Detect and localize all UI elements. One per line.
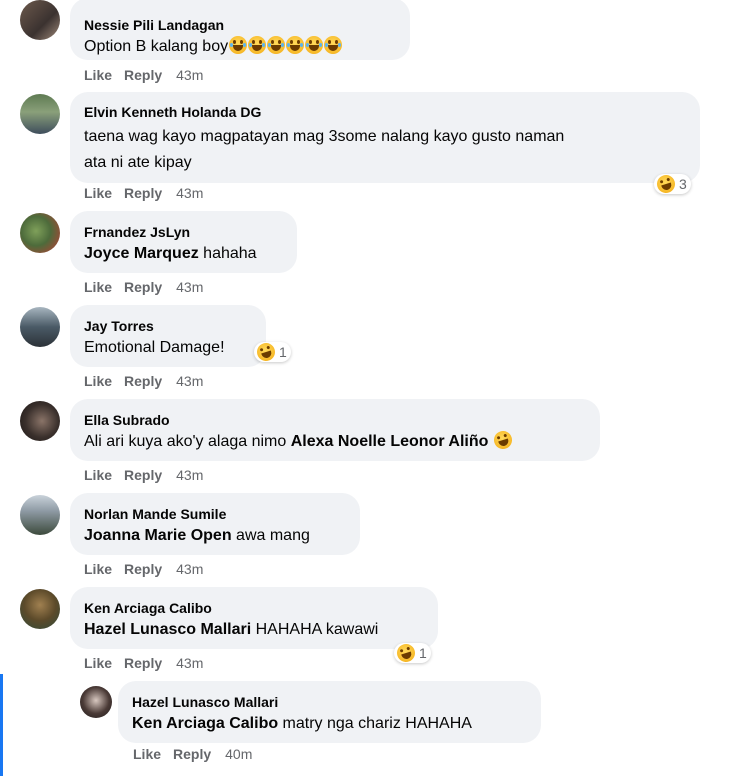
- avatar[interactable]: [20, 213, 60, 253]
- reply-button[interactable]: Reply: [124, 67, 162, 83]
- thread-indicator: [0, 674, 3, 776]
- comment-author[interactable]: Jay Torres: [84, 317, 254, 335]
- comment-author[interactable]: Ella Subrado: [84, 411, 588, 429]
- comment-text: Hazel Lunasco Mallari HAHAHA kawawi: [84, 621, 379, 638]
- mention-link[interactable]: Hazel Lunasco Mallari: [84, 621, 251, 638]
- emoji-crying-laughing-icon: [228, 36, 343, 55]
- comment-bubble: Jay Torres Emotional Damage!: [70, 305, 266, 367]
- comment-bubble: Elvin Kenneth Holanda DG taena wag kayo …: [70, 92, 700, 183]
- comment-actions: Like Reply 40m: [133, 746, 252, 762]
- like-button[interactable]: Like: [133, 746, 161, 762]
- comment-text: Emotional Damage!: [84, 339, 225, 356]
- avatar[interactable]: [20, 0, 60, 40]
- comment-author[interactable]: Frnandez JsLyn: [84, 223, 285, 241]
- comment-bubble: Norlan Mande Sumile Joanna Marie Open aw…: [70, 493, 360, 555]
- reaction-count[interactable]: 3: [654, 172, 691, 196]
- like-button[interactable]: Like: [84, 373, 112, 389]
- comment-bubble: Ken Arciaga Calibo Hazel Lunasco Mallari…: [70, 587, 438, 649]
- timestamp[interactable]: 43m: [176, 655, 203, 671]
- timestamp[interactable]: 43m: [176, 373, 203, 389]
- avatar[interactable]: [20, 307, 60, 347]
- reaction-count[interactable]: 1: [394, 641, 431, 665]
- comment-bubble: Hazel Lunasco Mallari Ken Arciaga Calibo…: [118, 681, 541, 743]
- avatar[interactable]: [20, 495, 60, 535]
- mention-link[interactable]: Joyce Marquez: [84, 245, 199, 262]
- like-button[interactable]: Like: [84, 467, 112, 483]
- comment-bubble: Nessie Pili Landagan Option B kalang boy: [70, 0, 410, 60]
- comment-actions: Like Reply 43m: [84, 373, 203, 389]
- avatar[interactable]: [20, 94, 60, 134]
- timestamp[interactable]: 43m: [176, 467, 203, 483]
- haha-reaction-icon: [254, 340, 278, 364]
- reply-button[interactable]: Reply: [124, 561, 162, 577]
- comment-actions: Like Reply 43m: [84, 561, 203, 577]
- comment-text: Joanna Marie Open awa mang: [84, 527, 310, 544]
- comment-text: taena wag kayo magpatayan mag 3some nala…: [84, 128, 565, 171]
- timestamp[interactable]: 43m: [176, 561, 203, 577]
- like-button[interactable]: Like: [84, 655, 112, 671]
- comment-bubble: Frnandez JsLyn Joyce Marquez hahaha: [70, 211, 297, 273]
- reply-button[interactable]: Reply: [124, 373, 162, 389]
- comment-author[interactable]: Ken Arciaga Calibo: [84, 599, 426, 617]
- comment-bubble: Ella Subrado Ali ari kuya ako'y alaga ni…: [70, 399, 600, 461]
- mention-link[interactable]: Joanna Marie Open: [84, 527, 232, 544]
- comment-author[interactable]: Nessie Pili Landagan: [84, 16, 398, 34]
- comment-text: Option B kalang boy: [84, 34, 398, 60]
- haha-reaction-icon: [654, 172, 678, 196]
- like-button[interactable]: Like: [84, 279, 112, 295]
- reply-button[interactable]: Reply: [173, 746, 211, 762]
- reaction-count[interactable]: 1: [254, 340, 291, 364]
- avatar[interactable]: [20, 401, 60, 441]
- comment-author[interactable]: Norlan Mande Sumile: [84, 505, 348, 523]
- comment-actions: Like Reply 43m: [84, 655, 203, 671]
- reply-button[interactable]: Reply: [124, 655, 162, 671]
- rolling-laughing-icon: [491, 428, 515, 452]
- haha-reaction-icon: [394, 641, 418, 665]
- avatar[interactable]: [80, 686, 112, 718]
- avatar[interactable]: [20, 589, 60, 629]
- comment-text: Ali ari kuya ako'y alaga nimo Alexa Noel…: [84, 428, 588, 455]
- reply-button[interactable]: Reply: [124, 279, 162, 295]
- timestamp[interactable]: 40m: [225, 746, 252, 762]
- timestamp[interactable]: 43m: [176, 67, 203, 83]
- reply-button[interactable]: Reply: [124, 467, 162, 483]
- comment-author[interactable]: Elvin Kenneth Holanda DG: [84, 103, 688, 121]
- comment-text: Joyce Marquez hahaha: [84, 245, 257, 262]
- mention-link[interactable]: Alexa Noelle Leonor Aliño: [291, 433, 489, 450]
- timestamp[interactable]: 43m: [176, 279, 203, 295]
- like-button[interactable]: Like: [84, 67, 112, 83]
- comment-actions: Like Reply 43m: [84, 467, 203, 483]
- like-button[interactable]: Like: [84, 185, 112, 201]
- comment-text: Ken Arciaga Calibo matry nga chariz HAHA…: [132, 715, 472, 732]
- mention-link[interactable]: Ken Arciaga Calibo: [132, 715, 278, 732]
- reply-button[interactable]: Reply: [124, 185, 162, 201]
- like-button[interactable]: Like: [84, 561, 112, 577]
- comment-actions: Like Reply 43m: [84, 185, 203, 201]
- timestamp[interactable]: 43m: [176, 185, 203, 201]
- comment-actions: Like Reply 43m: [84, 279, 203, 295]
- comment-actions: Like Reply 43m: [84, 67, 203, 83]
- comment-author[interactable]: Hazel Lunasco Mallari: [132, 693, 529, 711]
